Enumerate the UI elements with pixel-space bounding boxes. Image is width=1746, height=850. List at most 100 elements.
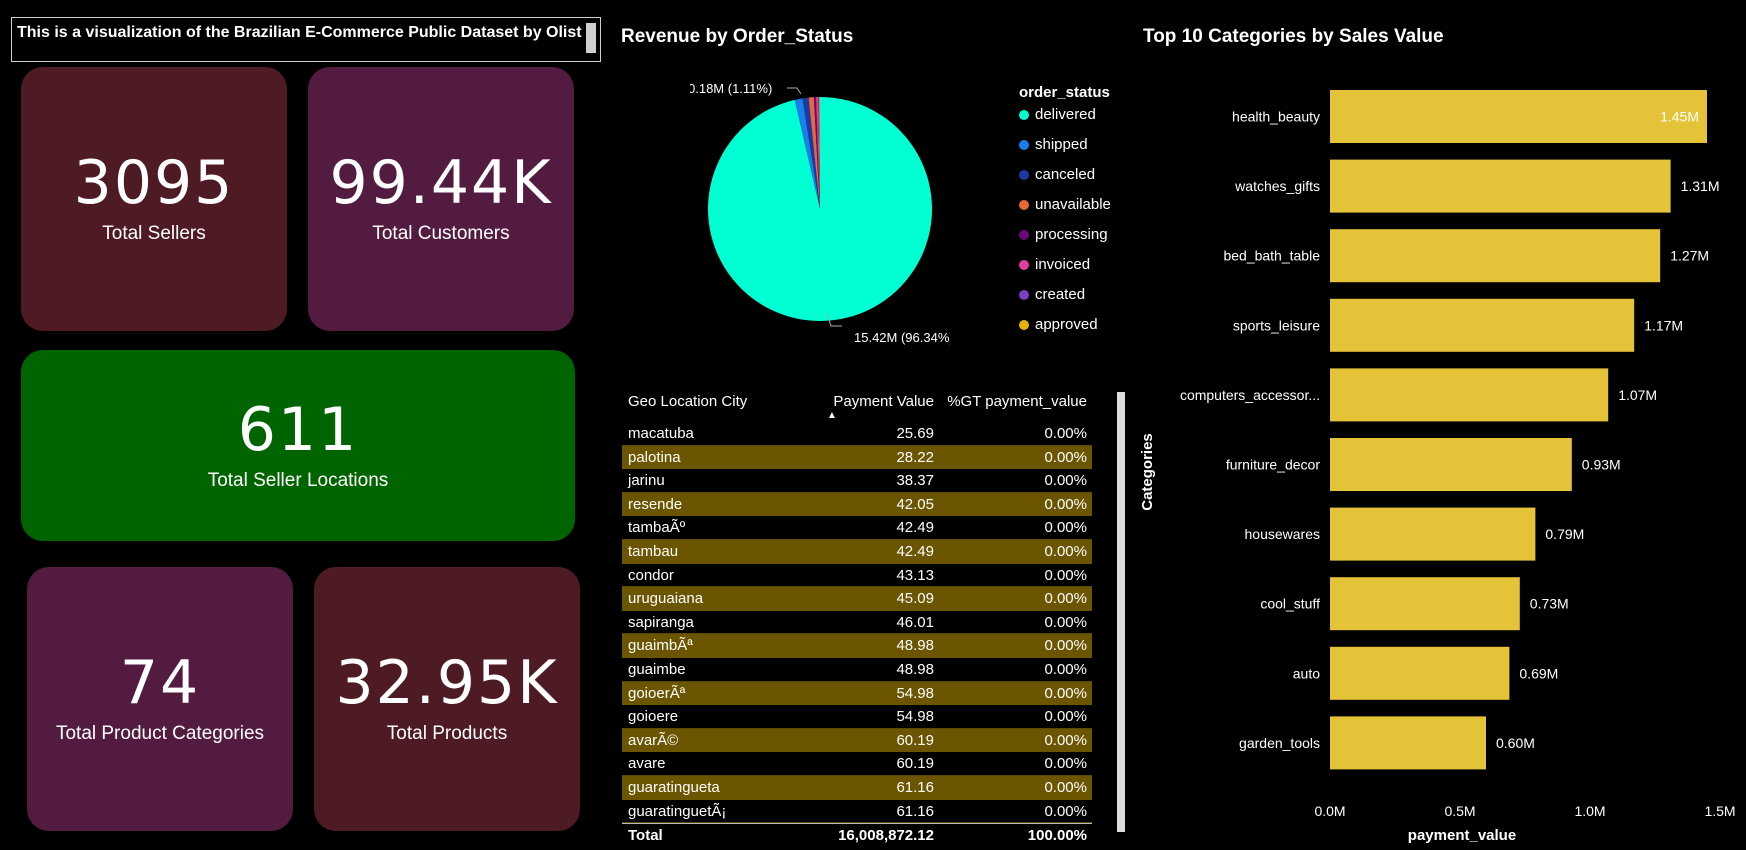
bar-data-label: 1.31M <box>1681 178 1720 194</box>
city-payment-table[interactable]: Geo Location City Payment Value %GT paym… <box>622 390 1092 850</box>
bar-furniture_decor[interactable] <box>1330 438 1572 491</box>
bar-housewares[interactable] <box>1330 507 1536 561</box>
pie-leader-line-small <box>787 87 802 95</box>
legend-item-shipped[interactable]: shipped <box>1019 136 1088 153</box>
bar-auto[interactable] <box>1330 646 1510 700</box>
table-row[interactable]: goioerÃª 54.98 0.00% <box>622 681 1092 706</box>
table-cell-pct: 0.00% <box>1044 802 1087 820</box>
table-row[interactable]: uruguaiana 45.09 0.00% <box>622 587 1092 611</box>
bar-chart[interactable]: health_beauty 1.45M watches_gifts 1.31M bed_… <box>1140 72 1740 847</box>
legend-item-invoiced[interactable]: invoiced <box>1019 256 1090 273</box>
table-cell-city: uruguaiana <box>628 590 704 608</box>
table-cell-payment: 42.49 <box>896 519 934 537</box>
table-cell-pct: 0.00% <box>1044 566 1087 584</box>
legend-item-created[interactable]: created <box>1019 286 1085 303</box>
table-row[interactable]: guaratinguetÃ¡ 61.16 0.00% <box>622 800 1092 824</box>
table-cell-payment: 42.05 <box>896 495 934 513</box>
table-cell-pct: 0.00% <box>1044 542 1087 560</box>
table-row[interactable]: guaimbe 48.98 0.00% <box>622 658 1092 682</box>
table-cell-city: avare <box>628 755 666 773</box>
table-row[interactable]: palotina 28.22 0.00% <box>622 445 1092 470</box>
table-row[interactable]: condor 43.13 0.00% <box>622 564 1092 588</box>
sort-ascending-icon[interactable]: ▲ <box>827 410 837 421</box>
table-cell-payment: 38.37 <box>896 472 934 490</box>
bar-cool_stuff[interactable] <box>1330 577 1520 631</box>
table-cell-city: guaratinguetÃ¡ <box>628 802 727 820</box>
bar-data-label: 0.79M <box>1545 526 1584 542</box>
table-cell-payment: 60.19 <box>896 755 934 773</box>
kpi-card-total-seller-locations: 611 Total Seller Locations <box>21 350 575 541</box>
table-cell-city: guaratingueta <box>628 778 720 796</box>
legend-item-unavailable[interactable]: unavailable <box>1019 196 1111 213</box>
table-row[interactable]: guaimbÃª 48.98 0.00% <box>622 634 1092 658</box>
pie-chart-title: Revenue by Order_Status <box>621 26 854 47</box>
table-row[interactable]: tambau 42.49 0.00% <box>622 539 1092 564</box>
kpi-value: 611 <box>237 394 359 465</box>
table-row[interactable]: sapiranga 46.01 0.00% <box>622 611 1092 635</box>
kpi-value: 99.44K <box>329 148 553 218</box>
legend-dot-icon <box>1019 289 1029 300</box>
table-row[interactable]: resende 42.05 0.00% <box>622 492 1092 517</box>
legend-label: delivered <box>1035 106 1096 123</box>
legend-item-delivered[interactable]: delivered <box>1019 106 1096 123</box>
table-cell-payment: 45.09 <box>896 590 934 608</box>
bar-data-label: 0.69M <box>1519 665 1558 681</box>
table-row[interactable]: goioere 54.98 0.00% <box>622 705 1092 729</box>
bar-bed_bath_table[interactable] <box>1330 229 1661 283</box>
table-cell-payment: 60.19 <box>896 731 934 749</box>
table-cell-payment: 43.13 <box>896 566 934 584</box>
header-geo-city[interactable]: Geo Location City <box>628 393 747 410</box>
table-cell-pct: 0.00% <box>1044 755 1087 773</box>
bar-category-label: garden_tools <box>1239 735 1320 751</box>
kpi-card-total-sellers: 3095 Total Sellers <box>21 67 287 331</box>
table-cell-payment: 48.98 <box>896 660 934 678</box>
table-row[interactable]: avare 60.19 0.00% <box>622 752 1092 776</box>
bar-data-label: 1.27M <box>1670 248 1709 264</box>
table-cell-pct: 0.00% <box>1044 613 1087 631</box>
bar-x-tick-label: 1.0M <box>1574 803 1605 819</box>
table-cell-city: goioerÃª <box>628 684 686 702</box>
table-row[interactable]: tambaÃº 42.49 0.00% <box>622 516 1092 540</box>
table-cell-payment: 28.22 <box>896 448 934 466</box>
bar-watches_gifts[interactable] <box>1330 159 1671 213</box>
table-total-row: Total 16,008,872.12 100.00% <box>622 823 1092 850</box>
pie-label-delivered: 15.42M (96.34%) <box>854 330 950 345</box>
table-scrollbar[interactable] <box>1117 392 1125 832</box>
table-cell-payment: 54.98 <box>896 708 934 726</box>
header-payment-value[interactable]: Payment Value <box>822 393 934 410</box>
total-label: Total <box>628 827 663 845</box>
table-row[interactable]: avarÃ© 60.19 0.00% <box>622 728 1092 753</box>
bar-health_beauty[interactable] <box>1330 90 1707 143</box>
bar-category-label: watches_gifts <box>1234 178 1320 194</box>
header-text: This is a visualization of the Brazilian… <box>17 24 582 41</box>
pie-chart[interactable]: 0.18M (1.11%) 15.42M (96.34%) <box>690 70 950 360</box>
bar-computers_accessor[interactable] <box>1330 368 1609 422</box>
table-row[interactable]: guaratingueta 61.16 0.00% <box>622 775 1092 800</box>
header-pct-gt[interactable]: %GT payment_value <box>942 393 1087 410</box>
table-cell-payment: 61.16 <box>896 802 934 820</box>
table-cell-pct: 0.00% <box>1044 472 1087 490</box>
table-row[interactable]: macatuba 25.69 0.00% <box>622 422 1092 446</box>
table-cell-city: resende <box>628 495 683 513</box>
table-cell-pct: 0.00% <box>1044 708 1087 726</box>
bar-x-tick-label: 0.5M <box>1444 803 1475 819</box>
table-cell-city: avarÃ© <box>628 731 679 749</box>
legend-title: order_status <box>1019 84 1110 101</box>
header-scrollbar[interactable] <box>586 23 596 53</box>
legend-item-processing[interactable]: processing <box>1019 226 1108 243</box>
table-row[interactable]: jarinu 38.37 0.00% <box>622 469 1092 493</box>
bar-x-axis-label: payment_value <box>1408 827 1516 844</box>
legend-label: shipped <box>1035 136 1088 153</box>
legend-item-canceled[interactable]: canceled <box>1019 166 1095 183</box>
bar-category-label: cool_stuff <box>1260 596 1320 612</box>
kpi-value: 3095 <box>73 148 235 218</box>
table-cell-payment: 54.98 <box>896 684 934 702</box>
kpi-value: 74 <box>119 648 201 718</box>
header-textbox: This is a visualization of the Brazilian… <box>11 17 601 62</box>
bar-sports_leisure[interactable] <box>1330 298 1635 352</box>
bar-garden_tools[interactable] <box>1330 716 1486 770</box>
bar-y-axis-label: Categories <box>1140 433 1156 511</box>
table-cell-pct: 0.00% <box>1044 495 1087 513</box>
legend-item-approved[interactable]: approved <box>1019 316 1098 333</box>
pie-label-shipped: 0.18M (1.11%) <box>690 81 772 96</box>
